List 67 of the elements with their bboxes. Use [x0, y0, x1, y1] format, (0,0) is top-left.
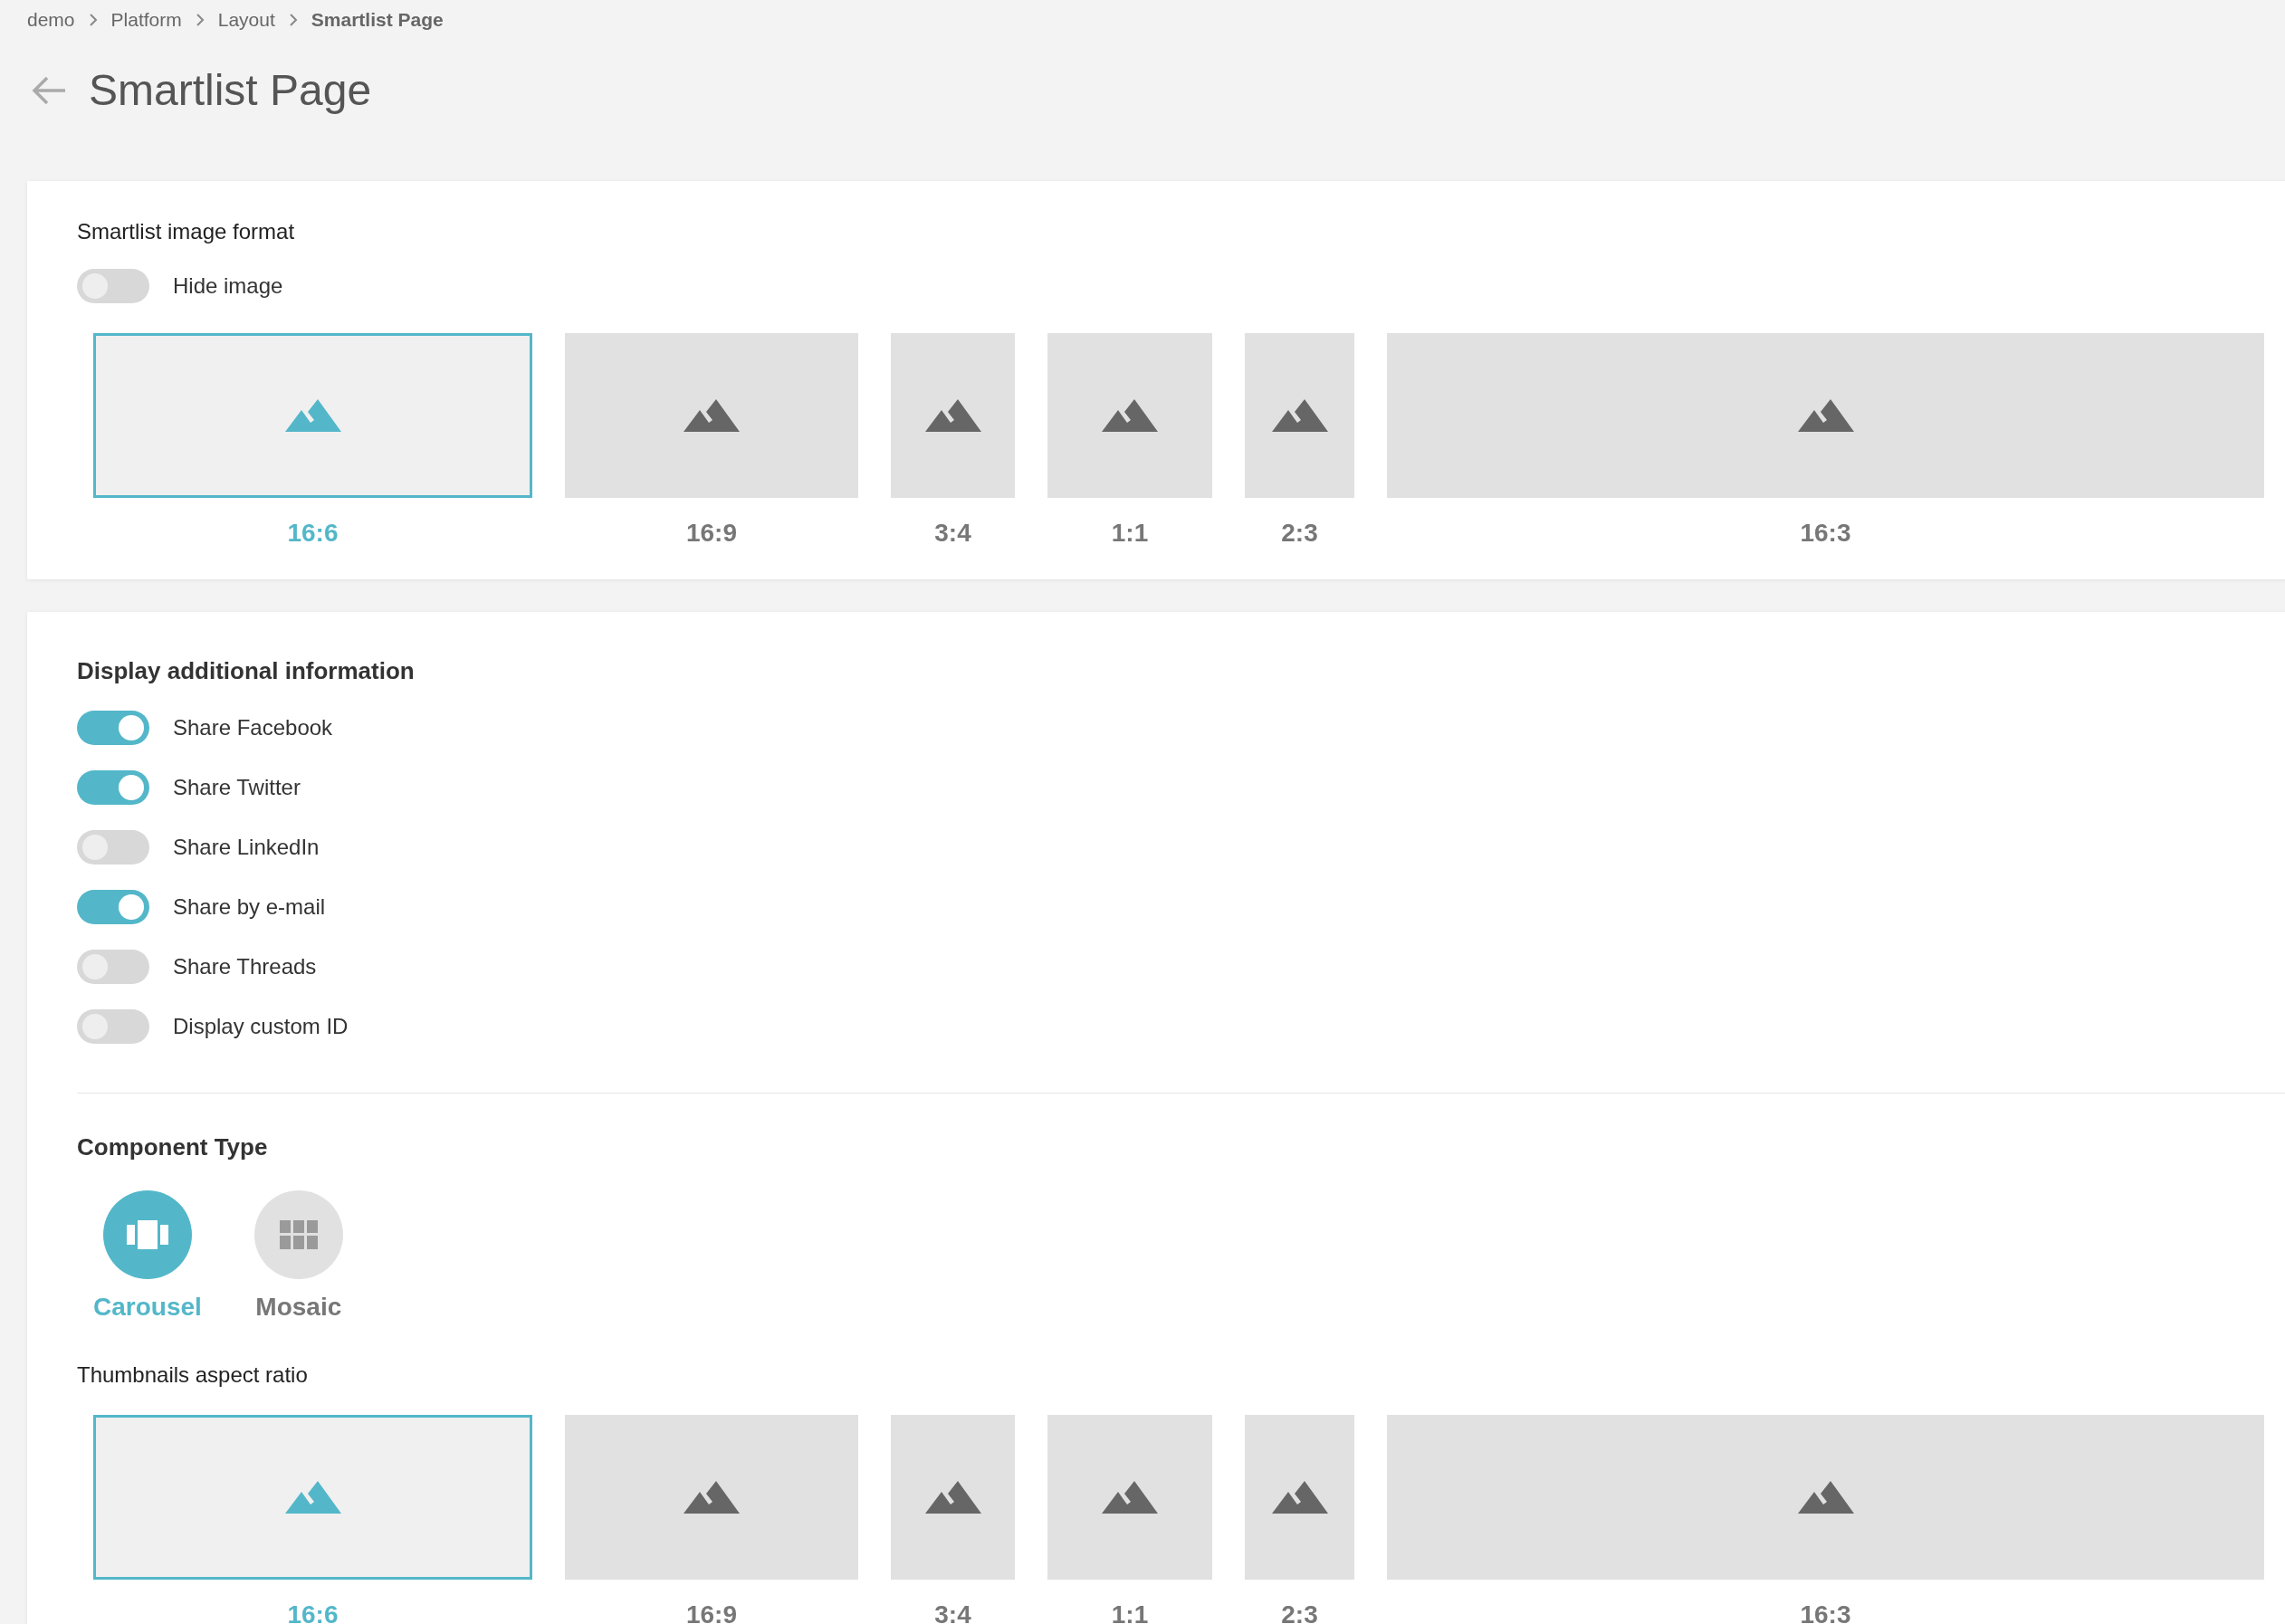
breadcrumb-link[interactable]: demo	[27, 5, 75, 34]
aspect-ratio-tile[interactable]	[93, 1415, 532, 1580]
ratio-label: 3:4	[934, 1601, 971, 1624]
ratio-label: 3:4	[934, 520, 971, 548]
grid-icon	[279, 1220, 318, 1249]
chevron-right-icon	[287, 14, 299, 26]
aspect-ratio-tile[interactable]	[1245, 333, 1354, 498]
aspect-ratio-tile[interactable]	[1245, 1415, 1354, 1580]
aspect-ratio-tile[interactable]	[1047, 333, 1212, 498]
breadcrumb-link[interactable]: Layout	[217, 5, 275, 34]
mountain-image-icon	[684, 1481, 740, 1514]
mountain-image-icon	[1797, 1481, 1854, 1514]
mountain-image-icon	[1102, 1481, 1158, 1514]
ratio-label: 16:6	[287, 1601, 339, 1624]
aspect-ratio-tile[interactable]	[565, 1415, 858, 1580]
section-title: Component Type	[77, 1132, 269, 1162]
chevron-right-icon	[87, 14, 99, 26]
toggle-label: Display custom ID	[173, 1013, 349, 1040]
toggle-label: Share Facebook	[173, 714, 333, 741]
mountain-image-icon	[284, 1481, 341, 1514]
component-type-label: Mosaic	[255, 1292, 342, 1323]
toggle-switch[interactable]	[77, 269, 149, 303]
aspect-ratio-tile[interactable]	[891, 333, 1015, 498]
mountain-image-icon	[1271, 399, 1328, 432]
ratio-label: 16:9	[685, 1601, 737, 1624]
aspect-ratio-tile[interactable]	[93, 333, 532, 498]
toggle-label: Share by e-mail	[173, 893, 326, 921]
toggle-label: Share LinkedIn	[173, 834, 320, 861]
breadcrumb-current: Smartlist Page	[311, 8, 444, 33]
ratio-label: 2:3	[1281, 1601, 1318, 1624]
section-title: Smartlist image format	[77, 218, 296, 245]
mountain-image-icon	[684, 399, 740, 432]
toggle-switch[interactable]	[77, 1009, 149, 1044]
toggle-label: Share Twitter	[173, 774, 301, 801]
mountain-image-icon	[924, 399, 981, 432]
ratio-label: 16:3	[1800, 520, 1851, 548]
toggle-switch[interactable]	[77, 830, 149, 865]
aspect-ratio-tile[interactable]	[1387, 333, 2264, 498]
page-title: Smartlist Page	[89, 65, 372, 117]
mountain-image-icon	[1271, 1481, 1328, 1514]
ratio-label: 1:1	[1111, 520, 1149, 548]
ratio-label: 1:1	[1111, 1601, 1149, 1624]
toggle-switch[interactable]	[77, 950, 149, 984]
back-arrow-icon[interactable]	[31, 75, 67, 106]
ratio-label: 16:6	[287, 520, 339, 548]
mountain-image-icon	[284, 399, 341, 432]
carousel-icon	[126, 1220, 168, 1249]
toggle-label: Share Threads	[173, 953, 317, 980]
aspect-ratio-tile[interactable]	[891, 1415, 1015, 1580]
aspect-ratio-tile[interactable]	[1047, 1415, 1212, 1580]
section-title: Thumbnails aspect ratio	[77, 1361, 309, 1389]
ratio-label: 16:9	[685, 520, 737, 548]
toggle-label: Hide image	[173, 272, 283, 300]
mountain-image-icon	[1797, 399, 1854, 432]
mountain-image-icon	[1102, 399, 1158, 432]
aspect-ratio-tile[interactable]	[565, 333, 858, 498]
section-title: Display additional information	[77, 656, 416, 686]
component-type-label: Carousel	[93, 1292, 202, 1323]
ratio-label: 16:3	[1800, 1601, 1851, 1624]
mountain-image-icon	[924, 1481, 981, 1514]
chevron-right-icon	[194, 14, 206, 26]
breadcrumb-link[interactable]: Platform	[110, 5, 182, 34]
toggle-switch[interactable]	[77, 770, 149, 805]
aspect-ratio-tile[interactable]	[1387, 1415, 2264, 1580]
toggle-switch[interactable]	[77, 890, 149, 924]
ratio-label: 2:3	[1281, 520, 1318, 548]
toggle-switch[interactable]	[77, 711, 149, 745]
